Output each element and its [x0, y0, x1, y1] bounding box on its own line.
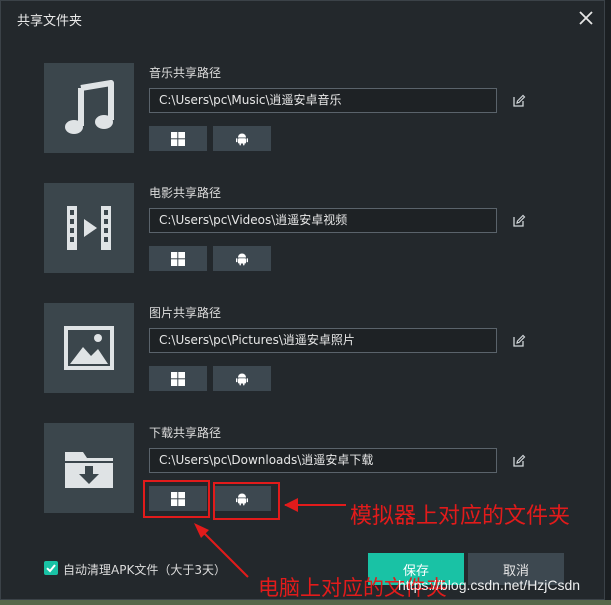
video-path-input[interactable]: C:\Users\pc\Videos\逍遥安卓视频 [149, 208, 497, 233]
checkmark-icon [46, 564, 56, 573]
emulator-button-highlight [213, 482, 280, 520]
background-strip [0, 600, 611, 605]
dialog-title: 共享文件夹 [17, 14, 83, 29]
picture-path-label: 图片共享路径 [149, 306, 222, 320]
pc-button-highlight [143, 480, 210, 518]
open-pc-folder-button[interactable] [149, 126, 207, 151]
android-icon [236, 253, 248, 265]
video-path-label: 电影共享路径 [149, 186, 222, 200]
title-bar: 共享文件夹 [1, 1, 604, 35]
open-pc-folder-button[interactable] [149, 246, 207, 271]
open-emulator-folder-button[interactable] [213, 246, 271, 271]
edit-icon[interactable] [512, 454, 526, 468]
open-pc-folder-button[interactable] [149, 366, 207, 391]
watermark: https://blog.csdn.net/HzjCsdn [398, 577, 581, 593]
download-thumbnail [44, 423, 134, 513]
picture-share-row: 图片共享路径 C:\Users\pc\Pictures\逍遥安卓照片 [44, 303, 564, 393]
windows-icon [171, 251, 185, 266]
music-path-label: 音乐共享路径 [149, 66, 222, 80]
auto-clean-label: 自动清理APK文件（大于3天） [63, 563, 226, 577]
windows-icon [171, 371, 185, 386]
edit-icon[interactable] [512, 214, 526, 228]
video-share-row: 电影共享路径 C:\Users\pc\Videos\逍遥安卓视频 [44, 183, 564, 273]
picture-thumbnail [44, 303, 134, 393]
close-icon[interactable] [577, 9, 595, 27]
music-share-row: 音乐共享路径 C:\Users\pc\Music\逍遥安卓音乐 [44, 63, 564, 153]
music-path-input[interactable]: C:\Users\pc\Music\逍遥安卓音乐 [149, 88, 497, 113]
film-icon [67, 206, 111, 250]
emulator-folder-annotation: 模拟器上对应的文件夹 [350, 504, 571, 529]
edit-icon[interactable] [512, 334, 526, 348]
android-icon [236, 133, 248, 145]
music-note-icon [65, 80, 114, 134]
open-emulator-folder-button[interactable] [213, 366, 271, 391]
android-icon [236, 373, 248, 385]
picture-path-input[interactable]: C:\Users\pc\Pictures\逍遥安卓照片 [149, 328, 497, 353]
windows-icon [171, 131, 185, 146]
open-emulator-folder-button[interactable] [213, 126, 271, 151]
image-icon [64, 326, 114, 370]
music-thumbnail [44, 63, 134, 153]
download-path-input[interactable]: C:\Users\pc\Downloads\逍遥安卓下载 [149, 448, 497, 473]
video-thumbnail [44, 183, 134, 273]
download-path-label: 下载共享路径 [149, 426, 222, 440]
edit-icon[interactable] [512, 94, 526, 108]
auto-clean-checkbox[interactable] [44, 561, 58, 575]
download-folder-icon [65, 452, 113, 488]
